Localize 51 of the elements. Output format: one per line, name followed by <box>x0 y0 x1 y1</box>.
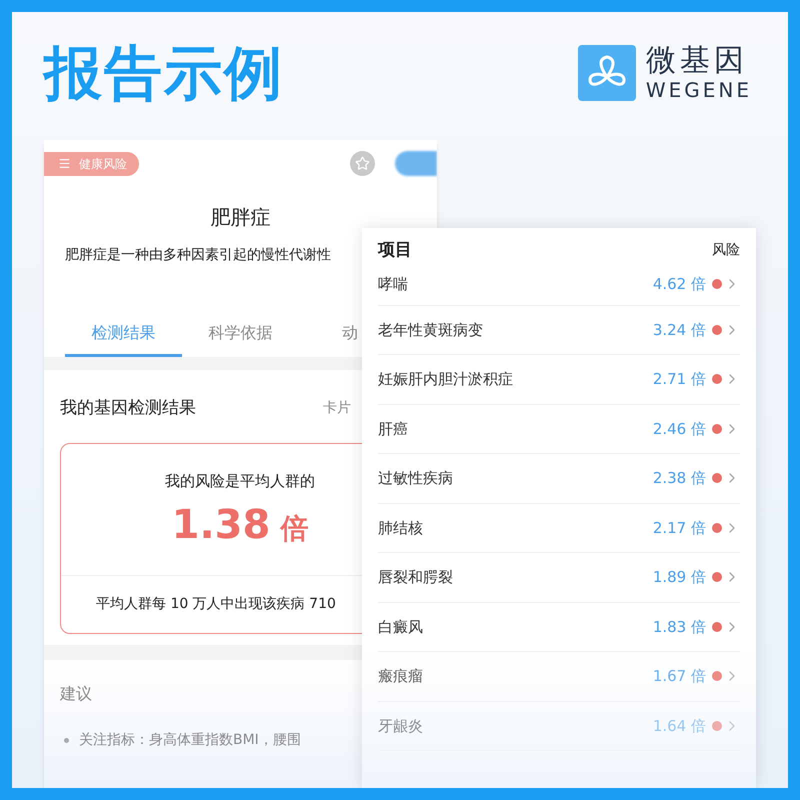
section-title: 我的基因检测结果 <box>60 397 196 420</box>
risk-row[interactable]: 过敏性疾病 2.38 倍 <box>378 454 740 504</box>
risk-value: 1.67 倍 <box>652 666 706 687</box>
logo-name: 微基因 <box>646 44 748 78</box>
menu-icon <box>58 157 71 170</box>
risk-row[interactable]: 妊娠肝内胆汁淤积症 2.71 倍 <box>378 355 740 404</box>
disease-name: 肺结核 <box>378 518 423 538</box>
disease-name: 牙龈炎 <box>378 716 423 736</box>
risk-row[interactable]: 肺结核 2.17 倍 <box>378 504 740 553</box>
risk-value: 1.64 倍 <box>652 716 706 736</box>
risk-row[interactable]: 白癜风 1.83 倍 <box>378 602 740 652</box>
disease-name: 唇裂和腭裂 <box>378 567 453 588</box>
risk-value: 4.62 倍 <box>652 274 706 295</box>
report-description: 肥胖症是一种由多种因素引起的慢性代谢性 <box>65 246 331 265</box>
page-title: 报告示例 <box>44 38 284 108</box>
risk-value: 3.24 倍 <box>652 320 706 340</box>
risk-unit: 倍 <box>280 511 308 547</box>
risk-row[interactable]: 肝癌 2.46 倍 <box>378 404 740 454</box>
favorite-button[interactable] <box>350 151 375 176</box>
disease-name: 白癜风 <box>378 616 423 638</box>
risk-value: 2.38 倍 <box>652 468 706 489</box>
logo-icon <box>578 45 636 101</box>
disease-name: 肝癌 <box>378 418 408 440</box>
logo-wordmark: WEGENE <box>646 78 752 102</box>
risk-value: 1.89 倍 <box>652 567 706 588</box>
column-header: 项目 <box>378 239 412 262</box>
section-action[interactable]: 卡片 <box>323 398 351 420</box>
result-caption: 我的风险是平均人群的 <box>165 470 315 492</box>
disease-name: 瘢痕瘤 <box>378 666 423 687</box>
risk-value: 1.83 倍 <box>652 616 706 638</box>
risk-row[interactable]: 唇裂和腭裂 1.89 倍 <box>378 553 740 602</box>
tab[interactable]: 动 <box>299 321 358 357</box>
disease-name: 老年性黄斑病变 <box>378 320 483 340</box>
disease-name: 哮喘 <box>378 274 408 295</box>
risk-row[interactable]: 老年性黄斑病变 3.24 倍 <box>378 306 740 355</box>
result-footnote: 平均人群每 10 万人中出现该疾病 710 <box>96 594 336 614</box>
report-title: 肥胖症 <box>210 204 272 231</box>
tab[interactable]: 科学依据 <box>182 321 299 357</box>
disease-name: 过敏性疾病 <box>378 468 453 489</box>
advice-item: 关注指标：身高体重指数BMI，腰围 <box>79 731 301 750</box>
risk-value: 2.46 倍 <box>652 418 706 440</box>
risk-value: 2.17 倍 <box>652 518 706 538</box>
risk-row[interactable]: 哮喘 4.62 倍 <box>378 264 740 306</box>
advice-title: 建议 <box>60 683 93 705</box>
risk-row[interactable]: 瘢痕瘤 1.67 倍 <box>378 652 740 702</box>
column-header: 风险 <box>712 241 740 260</box>
star-icon <box>355 156 370 171</box>
disease-name: 妊娠肝内胆汁淤积症 <box>378 369 513 390</box>
avatar[interactable] <box>395 151 437 176</box>
risk-value: 1.38 <box>172 502 270 548</box>
risk-value: 2.71 倍 <box>652 369 706 390</box>
